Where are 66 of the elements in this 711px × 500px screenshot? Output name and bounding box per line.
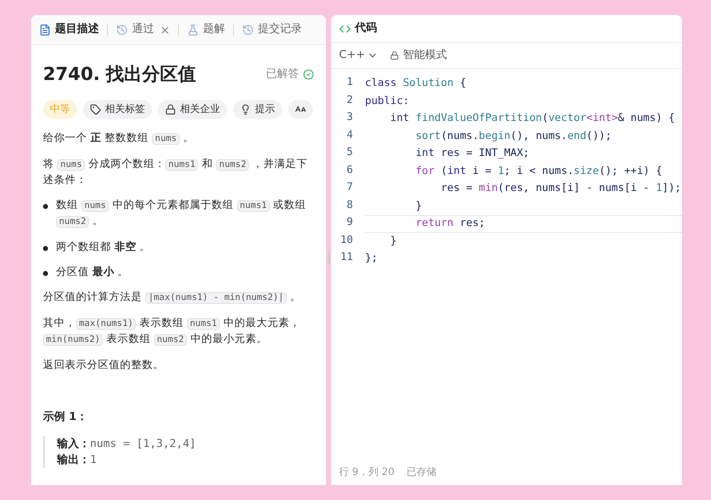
line-number: 10	[339, 232, 354, 248]
font-size-icon	[295, 104, 306, 115]
line-number: 3	[346, 110, 354, 125]
line-number: 7	[346, 180, 354, 195]
example-line: 输入：nums = [1,3,2,4]	[57, 436, 197, 452]
tab[interactable]: 题目描述	[39, 21, 99, 38]
language-select[interactable]: C++	[339, 47, 378, 64]
bullet-icon	[43, 246, 48, 251]
code-line: public:	[365, 94, 410, 108]
tab[interactable]: 通过 ×	[116, 20, 170, 38]
document-icon	[39, 24, 51, 36]
tab[interactable]: 提交记录	[242, 21, 302, 38]
mode-label: 智能模式	[403, 47, 448, 64]
code-line: sort(nums.begin(), nums.end());	[414, 128, 613, 144]
bullet-icon	[43, 204, 48, 209]
code-line: res = min(res, nums[i] - nums[i - 1]);	[440, 181, 682, 196]
status-label: 已解答	[266, 66, 299, 82]
code-line: return res;	[365, 215, 682, 232]
code-line: int res = INT_MAX;	[414, 146, 530, 161]
tag-icon	[90, 104, 101, 115]
line-number: 1	[346, 75, 354, 90]
problem-title: 2740. 找出分区值	[43, 63, 196, 87]
status-text: 已存储	[406, 466, 436, 480]
tag-chip[interactable]: 提示	[233, 100, 282, 119]
list-item-text: 数组 nums 中的每个元素都属于数组 nums1 或数组 nums2 。	[56, 198, 308, 230]
lock-icon	[390, 51, 400, 60]
tab-label: 提交记录	[258, 21, 302, 38]
code-line: for (int i = 1; i < nums.size(); ++i) {	[414, 164, 664, 178]
tab-label: 题解	[203, 21, 226, 38]
history-icon	[116, 24, 128, 36]
line-number: 6	[346, 162, 354, 178]
line-number: 9	[346, 215, 354, 230]
description-paragraph: 给你一个 正 整数数组 nums 。	[43, 131, 196, 147]
example-line: 输出：1	[57, 452, 98, 468]
list-item-text: 两个数组都 非空 。	[56, 240, 151, 255]
example-title: 示例 1：	[43, 409, 88, 425]
panel-title: 代码	[355, 20, 377, 36]
code-line: class Solution {	[365, 76, 468, 91]
status-text: 行 9，列 20	[339, 466, 394, 480]
tab-label: 通过	[132, 21, 154, 38]
lock-icon	[165, 104, 176, 115]
code-line: };	[365, 251, 379, 266]
flask-icon	[187, 24, 200, 36]
description-paragraph: 返回表示分区值的整数。	[43, 358, 165, 373]
tab[interactable]: 题解	[187, 21, 226, 38]
list-item-text: 分区值 最小 。	[56, 265, 129, 280]
resize-handle[interactable]	[328, 250, 330, 264]
tab-label: 题目描述	[55, 21, 99, 38]
line-number: 2	[346, 92, 354, 108]
line-number: 5	[346, 145, 354, 160]
code-line: }	[414, 198, 423, 214]
description-paragraph: 分区值的计算方法是 |max(nums1) - min(nums2)| 。	[43, 290, 302, 306]
description-paragraph: 将 nums 分成两个数组： nums1 和 nums2 ，并满足下述条件：	[43, 157, 309, 188]
code-line: int findValueOfPartition(vector<int>& nums) {	[389, 111, 676, 126]
line-number: 8	[346, 198, 354, 212]
line-number: 11	[339, 250, 354, 265]
code-line: }	[389, 234, 398, 248]
tag-chip[interactable]	[288, 100, 313, 119]
tag-chip[interactable]: 相关标签	[83, 100, 152, 119]
history-icon	[242, 24, 254, 36]
line-number: 4	[346, 128, 354, 142]
code-icon	[339, 22, 351, 34]
bulb-icon	[240, 104, 251, 115]
description-paragraph: 其中， max(nums1) 表示数组 nums1 中的最大元素， min(nums2) 表示数组 nums2 中的最小元素。	[43, 316, 302, 348]
tag-chip[interactable]: 相关企业	[158, 100, 227, 119]
bullet-icon	[43, 271, 48, 276]
